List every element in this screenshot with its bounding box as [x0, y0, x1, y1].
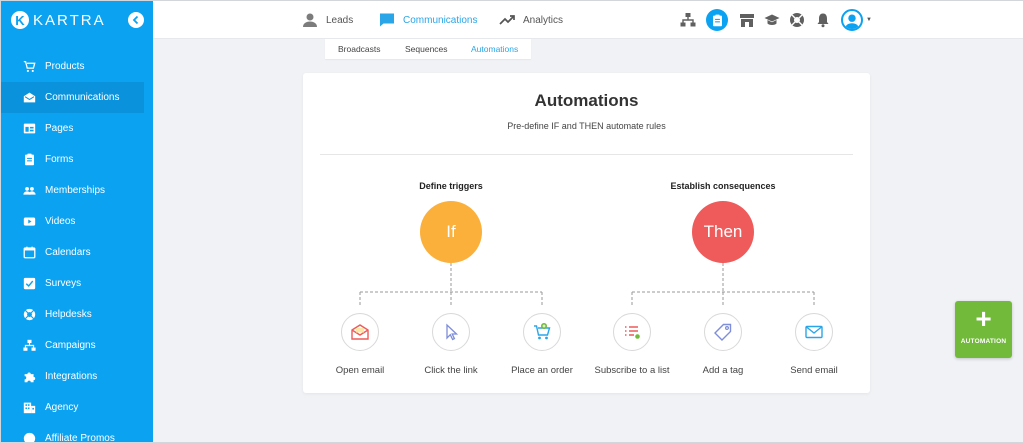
sidebar-item-agency[interactable]: Agency: [1, 392, 153, 423]
sitemap-icon: [23, 339, 36, 351]
clipboard-icon[interactable]: [706, 9, 728, 31]
consequence-add-tag[interactable]: [704, 313, 742, 351]
top-bar: Leads Communications Analytics ▼: [153, 1, 1023, 39]
puzzle-icon: [24, 372, 36, 383]
sidebar-item-videos[interactable]: Videos: [1, 206, 153, 237]
consequences-heading: Establish consequences: [670, 181, 776, 191]
sidebar-item-label: Calendars: [45, 247, 91, 258]
sidebar: K KARTRA Products Communications Pages F…: [1, 1, 153, 443]
open-envelope-icon: [351, 324, 369, 340]
envelope-icon: [805, 325, 823, 339]
graduation-cap-icon[interactable]: [764, 12, 780, 28]
sidebar-item-pages[interactable]: Pages: [1, 113, 153, 144]
cart-add-icon: [534, 323, 551, 340]
sidebar-item-integrations[interactable]: Integrations: [1, 361, 153, 392]
tab-label: Analytics: [523, 14, 564, 26]
sidebar-item-label: Communications: [45, 92, 120, 103]
affiliate-icon: [23, 432, 36, 442]
store-icon[interactable]: [739, 12, 755, 28]
sidebar-item-label: Agency: [45, 402, 79, 413]
trigger-place-order[interactable]: [523, 313, 561, 351]
cart-icon: [23, 60, 36, 73]
sidebar-item-calendars[interactable]: Calendars: [1, 237, 153, 268]
tab-label: Communications: [403, 14, 478, 26]
consequence-label: Send email: [790, 365, 838, 376]
sidebar-item-label: Forms: [45, 154, 74, 165]
subtab-sequences[interactable]: Sequences: [405, 44, 448, 54]
page-icon: [23, 123, 36, 134]
sidebar-item-label: Products: [45, 61, 85, 72]
trigger-click-link[interactable]: [432, 313, 470, 351]
sidebar-nav: Products Communications Pages Forms Memb…: [1, 51, 153, 443]
subtab-automations[interactable]: Automations: [471, 44, 518, 54]
envelope-open-icon: [23, 92, 36, 103]
list-add-icon: [625, 326, 640, 339]
communications-subtabs: Broadcasts Sequences Automations: [325, 39, 531, 59]
if-bubble: If: [420, 201, 482, 263]
sidebar-item-helpdesks[interactable]: Helpdesks: [1, 299, 153, 330]
kartra-logo[interactable]: K KARTRA: [11, 10, 106, 30]
sidebar-item-memberships[interactable]: Memberships: [1, 175, 153, 206]
tab-analytics[interactable]: Analytics: [499, 1, 563, 39]
lifebuoy-icon: [23, 308, 36, 321]
person-icon: [303, 13, 317, 27]
consequence-subscribe-list[interactable]: [613, 313, 651, 351]
sidebar-item-products[interactable]: Products: [1, 51, 153, 82]
sidebar-item-label: Helpdesks: [45, 309, 92, 320]
sitemap-icon[interactable]: [680, 12, 696, 28]
collapse-sidebar-button[interactable]: [128, 12, 144, 28]
sidebar-item-surveys[interactable]: Surveys: [1, 268, 153, 299]
trigger-open-email[interactable]: [341, 313, 379, 351]
chat-icon: [380, 13, 394, 27]
people-icon: [23, 187, 36, 195]
chevron-left-icon: [132, 15, 139, 25]
logo-text: KARTRA: [33, 11, 106, 29]
add-automation-label: AUTOMATION: [960, 338, 1007, 345]
consequence-send-email[interactable]: [795, 313, 833, 351]
bell-icon[interactable]: [815, 12, 831, 28]
sidebar-item-forms[interactable]: Forms: [1, 144, 153, 175]
sidebar-item-communications[interactable]: Communications: [1, 82, 144, 113]
sidebar-item-label: Integrations: [45, 371, 98, 382]
user-avatar-icon[interactable]: [841, 9, 863, 31]
building-icon: [23, 402, 36, 414]
sidebar-item-label: Memberships: [45, 185, 106, 196]
plus-icon: +: [975, 303, 992, 334]
calendar-icon: [23, 246, 36, 259]
tag-icon: [714, 323, 732, 341]
logo-mark: K: [11, 11, 29, 29]
sidebar-item-label: Surveys: [45, 278, 82, 289]
tab-label: Leads: [326, 14, 354, 26]
trend-icon: [499, 15, 515, 25]
clipboard-icon: [25, 153, 34, 166]
connector-lines: [359, 263, 815, 307]
tab-communications[interactable]: Communications: [379, 1, 477, 39]
sidebar-item-campaigns[interactable]: Campaigns: [1, 330, 153, 361]
sidebar-item-label: Affiliate Promos: [45, 433, 115, 443]
then-bubble: Then: [692, 201, 754, 263]
sidebar-item-label: Pages: [45, 123, 74, 134]
sidebar-item-label: Videos: [45, 216, 76, 227]
sidebar-item-affiliate-promos[interactable]: Affiliate Promos: [1, 423, 153, 443]
video-icon: [23, 217, 36, 226]
tab-leads[interactable]: Leads: [302, 1, 353, 39]
triggers-heading: Define triggers: [419, 181, 483, 191]
add-automation-button[interactable]: + AUTOMATION: [955, 301, 1012, 358]
app-window: K KARTRA Products Communications Pages F…: [0, 0, 1024, 443]
automations-card: Automations Pre-define IF and THEN autom…: [303, 73, 870, 393]
cursor-icon: [446, 323, 459, 341]
subtab-broadcasts[interactable]: Broadcasts: [338, 44, 381, 54]
chevron-down-icon[interactable]: ▼: [866, 17, 872, 23]
checkbox-icon: [23, 277, 36, 290]
lifebuoy-icon[interactable]: [789, 12, 805, 28]
sidebar-item-label: Campaigns: [45, 340, 96, 351]
